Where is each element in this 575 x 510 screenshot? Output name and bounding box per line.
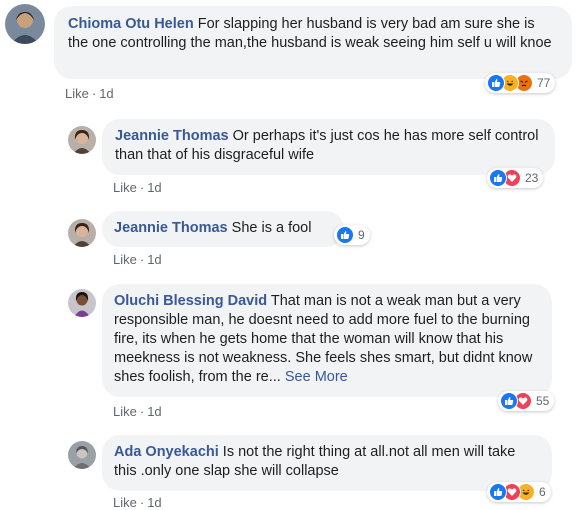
comment-timestamp[interactable]: 1d xyxy=(147,252,161,267)
comment-author[interactable]: Jeannie Thomas xyxy=(115,128,229,144)
avatar[interactable] xyxy=(68,441,96,469)
comment-bubble: Oluchi Blessing David That man is not a … xyxy=(102,284,552,397)
separator-dot: · xyxy=(139,495,145,510)
comment-actions: Like · 1d xyxy=(113,495,162,510)
comment-author[interactable]: Chioma Otu Helen xyxy=(68,16,194,32)
reaction-count: 23 xyxy=(525,171,539,185)
like-reaction-icon xyxy=(489,169,507,187)
comment-author[interactable]: Oluchi Blessing David xyxy=(114,293,267,309)
reaction-summary[interactable]: 55 xyxy=(498,391,555,411)
reaction-summary[interactable]: 23 xyxy=(487,168,544,188)
reaction-count: 9 xyxy=(358,228,365,242)
reaction-count: 55 xyxy=(536,394,550,408)
like-link[interactable]: Like xyxy=(113,404,137,419)
comment-bubble: Jeannie Thomas Or perhaps it's just cos … xyxy=(102,119,555,175)
comment-actions: Like · 1d xyxy=(113,404,162,419)
comment-bubble: Chioma Otu Helen For slapping her husban… xyxy=(54,6,572,79)
reaction-summary[interactable]: 77 xyxy=(485,73,556,93)
comment-author[interactable]: Ada Onyekachi xyxy=(114,444,219,460)
comment-timestamp[interactable]: 1d xyxy=(99,86,113,101)
see-more-link[interactable]: See More xyxy=(285,369,348,385)
like-link[interactable]: Like xyxy=(113,180,137,195)
comment-timestamp[interactable]: 1d xyxy=(147,495,161,510)
comment-actions: Like · 1d xyxy=(65,86,114,101)
like-link[interactable]: Like xyxy=(65,86,89,101)
reaction-summary[interactable]: 9 xyxy=(334,225,370,245)
like-reaction-icon xyxy=(487,74,505,92)
like-reaction-icon xyxy=(500,392,518,410)
separator-dot: · xyxy=(139,252,145,267)
avatar[interactable] xyxy=(68,126,96,154)
avatar[interactable] xyxy=(68,219,96,247)
comment-timestamp[interactable]: 1d xyxy=(147,404,161,419)
comment-bubble: Jeannie Thomas She is a fool xyxy=(102,211,344,247)
reaction-count: 6 xyxy=(539,485,546,499)
comment-bubble: Ada Onyekachi Is not the right thing at … xyxy=(102,435,552,491)
reaction-count: 77 xyxy=(537,76,551,90)
avatar[interactable] xyxy=(68,289,96,317)
separator-dot: · xyxy=(91,86,97,101)
comment-author[interactable]: Jeannie Thomas xyxy=(114,220,228,236)
like-link[interactable]: Like xyxy=(113,495,137,510)
reaction-summary[interactable]: 6 xyxy=(487,482,551,502)
separator-dot: · xyxy=(139,180,145,195)
separator-dot: · xyxy=(139,404,145,419)
like-link[interactable]: Like xyxy=(113,252,137,267)
comment-actions: Like · 1d xyxy=(113,252,162,267)
like-reaction-icon xyxy=(489,483,507,501)
comment-timestamp[interactable]: 1d xyxy=(147,180,161,195)
comment-text: She is a fool xyxy=(231,220,312,236)
like-reaction-icon xyxy=(336,226,354,244)
comment-actions: Like · 1d xyxy=(113,180,162,195)
avatar[interactable] xyxy=(5,4,45,44)
